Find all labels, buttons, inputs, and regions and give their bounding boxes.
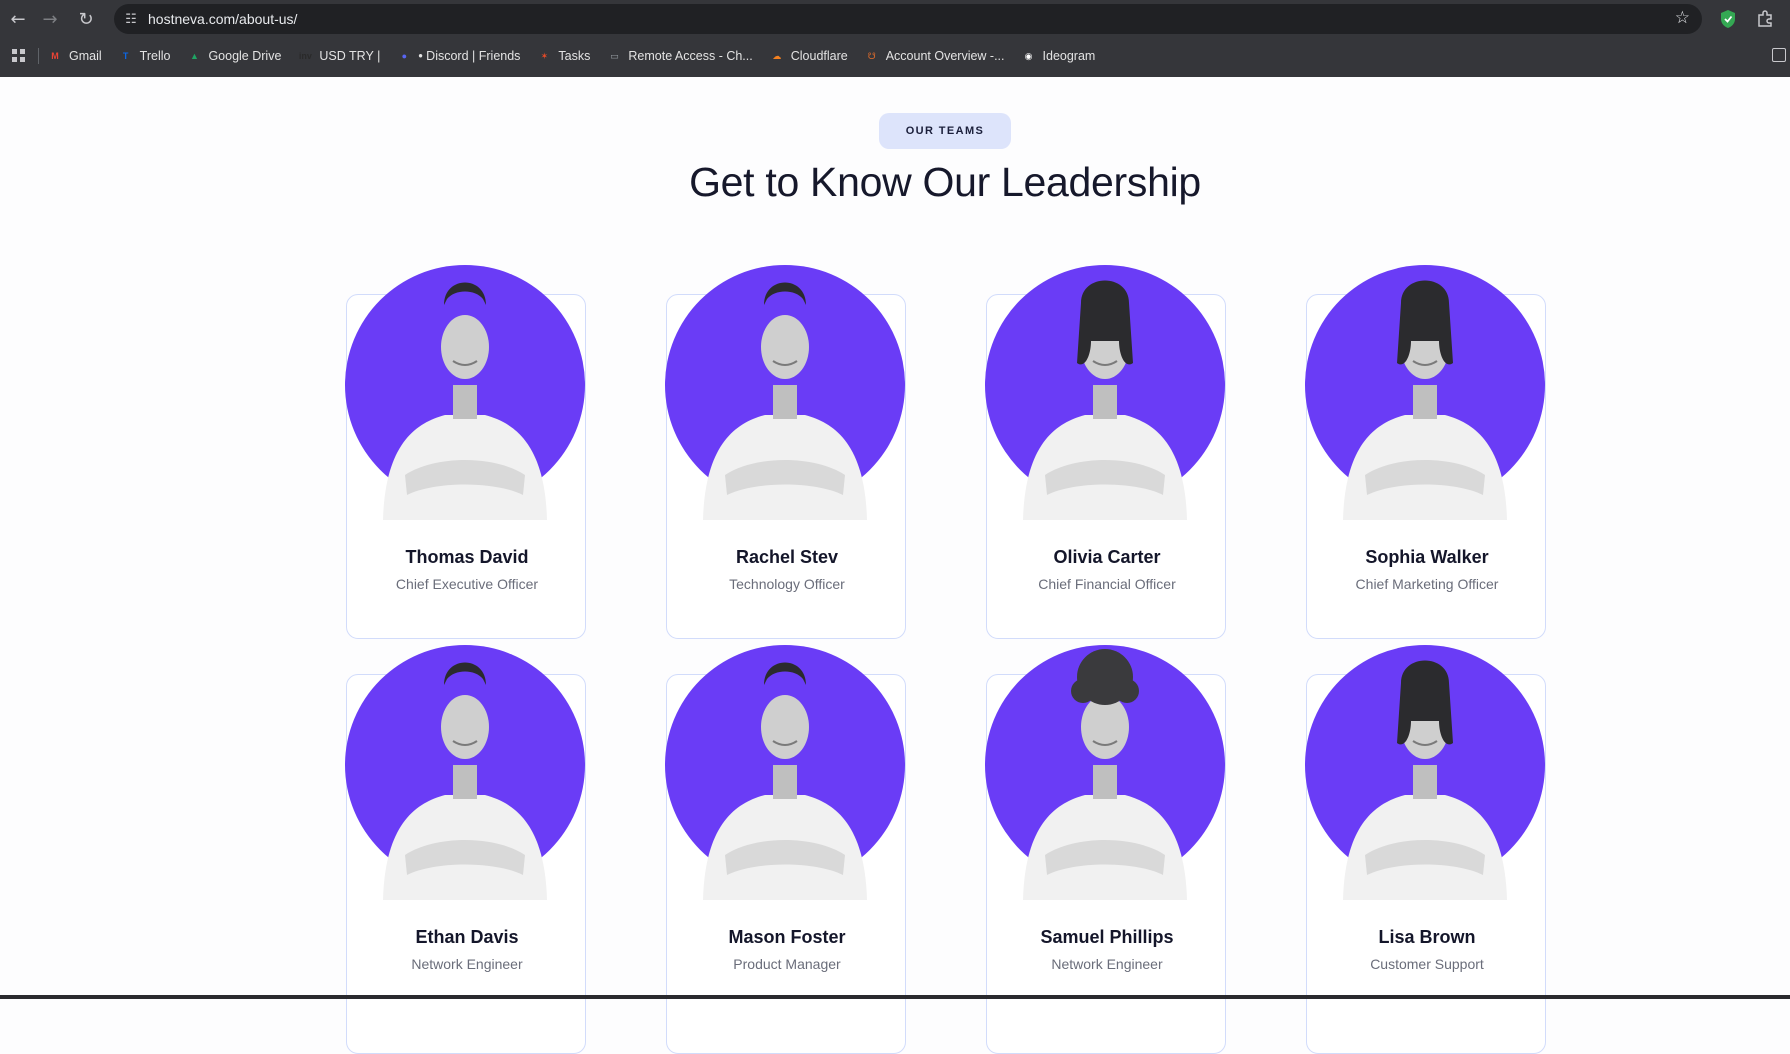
bookmark-favicon-icon: M [51,51,59,61]
shield-extension-icon[interactable] [1717,8,1739,30]
bookmark-item[interactable]: ▲ Google Drive [186,48,281,64]
section-badge: OUR TEAMS [879,113,1011,149]
member-name: Samuel Phillips [1040,927,1174,947]
team-member-card: Rachel Stev Technology Officer [665,265,906,639]
bookmarks-bar: M Gmail T Trello ▲ Google Drive inv USD TRY | ● •… [0,42,1790,70]
address-bar[interactable]: ☷ hostneva.com/about-us/ ☆ [114,4,1702,34]
site-info-icon[interactable]: ☷ [114,12,148,27]
back-arrow-icon[interactable]: ← [0,0,36,38]
bookmark-label: Remote Access - Ch... [628,49,753,63]
window-bottom-edge [0,995,1790,999]
bookmark-star-icon[interactable]: ☆ [1675,8,1690,28]
member-role: Network Engineer [1051,956,1163,972]
bookmark-label: Gmail [69,49,102,63]
bookmark-favicon-icon: inv [298,51,312,61]
member-name: Ethan Davis [415,927,519,947]
bookmark-favicon-icon: ✶ [540,50,549,61]
bookmarks-separator [38,48,39,64]
member-role: Network Engineer [411,956,523,972]
bookmark-favicon-icon: T [122,51,129,61]
member-role: Product Manager [733,956,841,972]
member-name: Lisa Brown [1378,927,1476,947]
bookmark-item[interactable]: ● • Discord | Friends [396,48,521,64]
member-photo [665,265,905,520]
browser-chrome: ← → ↻ ☷ hostneva.com/about-us/ ☆ M Gmail T… [0,0,1790,77]
team-member-card: Sophia Walker Chief Marketing Officer [1305,265,1546,639]
member-role: Chief Executive Officer [395,576,539,592]
about-page: OUR TEAMS Get to Know Our Leadership Tho… [0,77,1790,1054]
bookmark-item[interactable]: M Gmail [47,48,102,64]
bookmark-label: Trello [139,49,171,63]
bookmark-label: Cloudflare [790,49,848,63]
url-text[interactable]: hostneva.com/about-us/ [148,11,297,27]
bookmark-item[interactable]: inv USD TRY | [297,48,380,64]
team-member-card: Olivia Carter Chief Financial Officer [985,265,1226,639]
member-photo [665,645,905,900]
member-role: Customer Support [1370,956,1484,972]
member-name: Olivia Carter [1053,547,1161,567]
bookmark-favicon-icon: ● [401,51,408,61]
bookmark-label: Google Drive [208,49,282,63]
side-panel-icon[interactable] [1772,48,1786,62]
bookmark-label: Account Overview -... [885,49,1005,63]
bookmark-label: • Discord | Friends [418,49,521,63]
member-role: Chief Marketing Officer [1355,576,1499,592]
member-photo [985,645,1225,900]
bookmark-label: Tasks [558,49,591,63]
forward-arrow-icon[interactable]: → [32,0,68,38]
bookmark-favicon-icon: ☋ [867,50,876,61]
member-photo [1305,265,1545,520]
member-photo [1305,645,1545,900]
bookmark-favicon-icon: ▭ [610,50,619,61]
bookmark-item[interactable]: ▭ Remote Access - Ch... [606,48,753,64]
bookmark-item[interactable]: ☁ Cloudflare [769,48,848,64]
member-name: Sophia Walker [1365,547,1489,567]
bookmark-item[interactable]: T Trello [118,48,171,64]
member-name: Thomas David [405,547,529,567]
team-member-card: Thomas David Chief Executive Officer [345,265,586,639]
bookmark-label: Ideogram [1042,49,1096,63]
bookmark-item[interactable]: ◉ Ideogram [1021,48,1096,64]
browser-toolbar: ← → ↻ ☷ hostneva.com/about-us/ ☆ [0,0,1790,38]
member-name: Mason Foster [728,927,846,947]
bookmark-favicon-icon: ◉ [1024,50,1033,61]
bookmark-label: USD TRY | [319,49,381,63]
bookmark-item[interactable]: ✶ Tasks [536,48,591,64]
bookmark-favicon-icon: ▲ [189,51,199,61]
bookmark-favicon-icon: ☁ [772,50,782,61]
member-name: Rachel Stev [735,547,839,567]
section-title: Get to Know Our Leadership [689,159,1201,205]
bookmark-item[interactable]: ☋ Account Overview -... [864,48,1005,64]
apps-grid-icon[interactable] [8,45,30,67]
member-photo [985,265,1225,520]
reload-icon[interactable]: ↻ [68,0,104,38]
member-photo [345,265,585,520]
member-photo [345,645,585,900]
member-role: Technology Officer [729,576,845,592]
extensions-puzzle-icon[interactable] [1754,8,1776,30]
member-role: Chief Financial Officer [1038,576,1176,592]
